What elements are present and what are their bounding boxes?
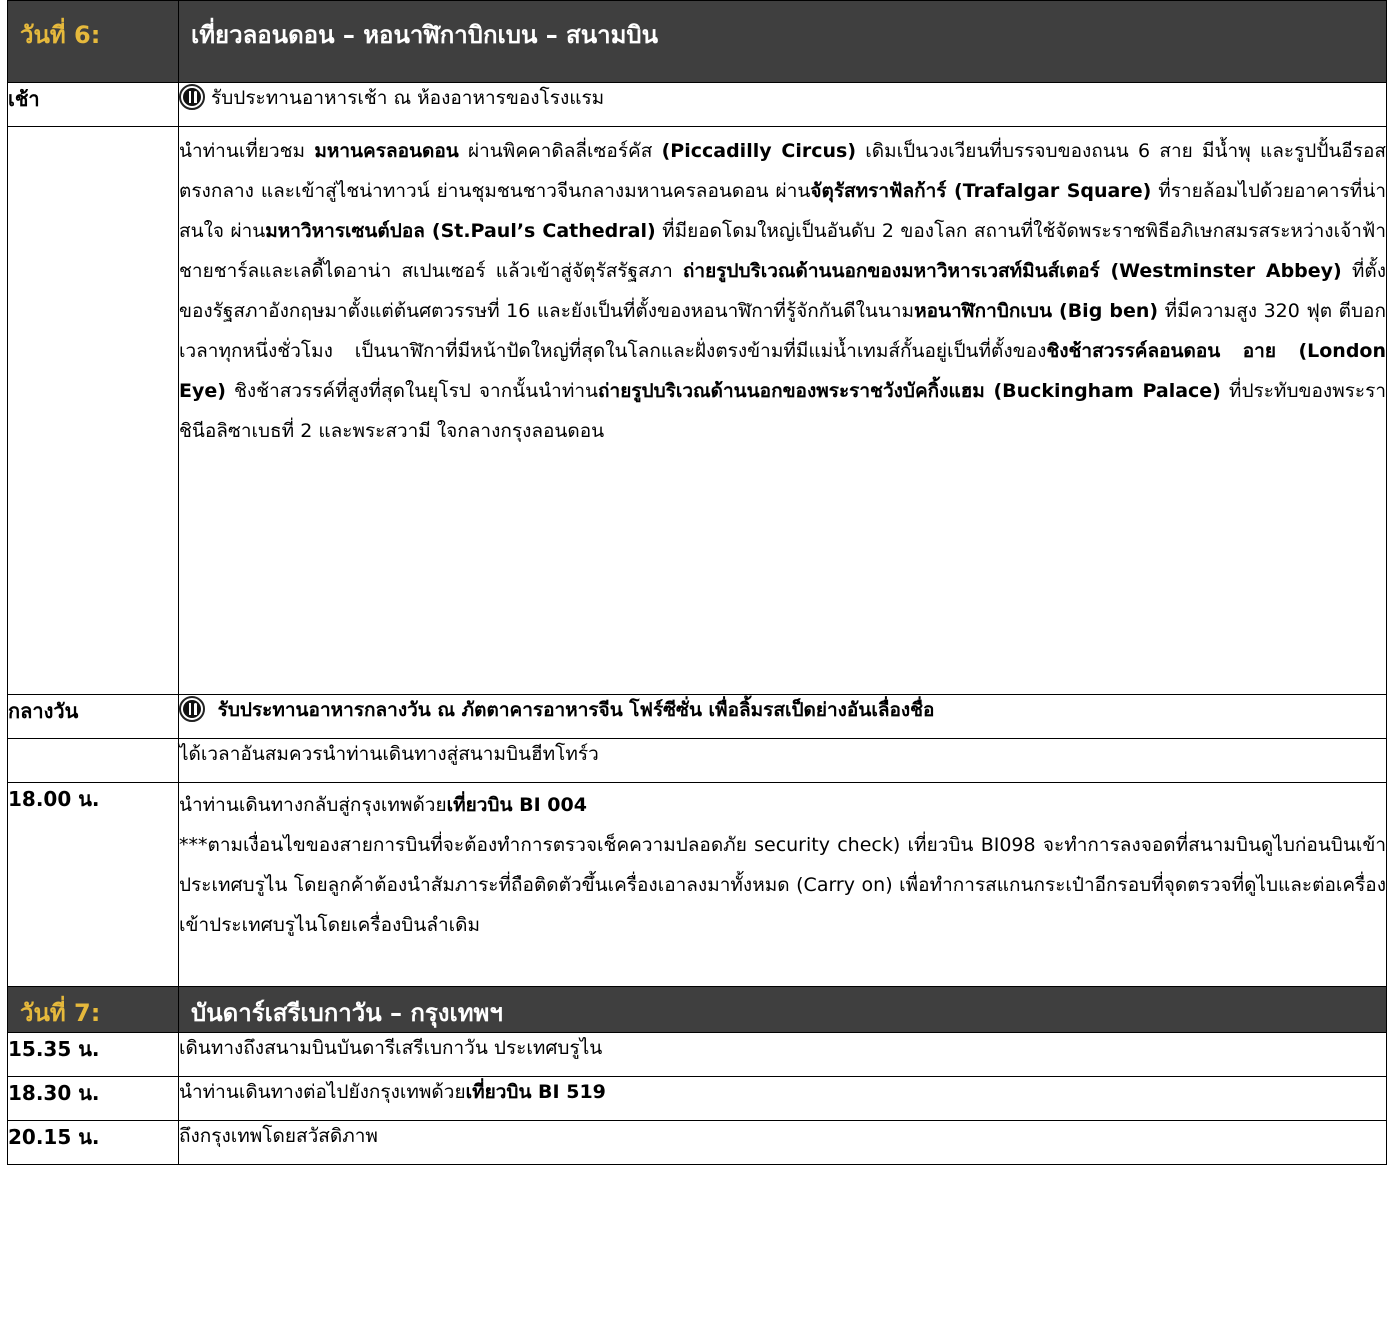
- breakfast-label: เช้า: [7, 82, 179, 127]
- lunch-text: รับประทานอาหารกลางวัน ณ ภัตตาคารอาหารจีน…: [217, 699, 935, 721]
- flight-time: 18.00 น.: [7, 782, 179, 987]
- day7-row-flight: 18.30 น. นำท่านเดินทางต่อไปยังกรุงเทพด้ว…: [7, 1076, 1387, 1121]
- day7-row-arrival: 15.35 น. เดินทางถึงสนามบินบันดารีเสรีเบก…: [7, 1032, 1387, 1077]
- day7-time: 20.15 น.: [7, 1120, 179, 1165]
- lunch-row: กลางวัน รับประทานอาหารกลางวัน ณ ภัตตาคาร…: [7, 694, 1387, 739]
- tour-empty-cell: [7, 126, 179, 695]
- day6-title: เที่ยวลอนดอน – หอนาฬิกาบิกเบน – สนามบิน: [178, 0, 1387, 83]
- airport-text: ได้เวลาอันสมควรนำท่านเดินทางสู่สนามบินฮี…: [178, 738, 1387, 783]
- airport-empty-cell: [7, 738, 179, 783]
- day7-text: ถึงกรุงเทพโดยสวัสดิภาพ: [178, 1120, 1387, 1165]
- breakfast-row: เช้า รับประทานอาหารเช้า ณ ห้องอาหารของโร…: [7, 82, 1387, 127]
- breakfast-cell: รับประทานอาหารเช้า ณ ห้องอาหารของโรงแรม: [178, 82, 1387, 127]
- day7-text: นำท่านเดินทางต่อไปยังกรุงเทพด้วยเที่ยวบิ…: [178, 1076, 1387, 1121]
- day7-header-row: วันที่ 7: บันดาร์เสรีเบกาวัน – กรุงเทพฯ: [7, 986, 1387, 1033]
- tour-description: นำท่านเที่ยวชม มหานครลอนดอน ผ่านพิคคาดิล…: [178, 126, 1387, 695]
- flight-row: 18.00 น. นำท่านเดินทางกลับสู่กรุงเทพด้วย…: [7, 782, 1387, 987]
- lunch-label: กลางวัน: [7, 694, 179, 739]
- flight-line: นำท่านเดินทางกลับสู่กรุงเทพด้วยเที่ยวบิน…: [179, 794, 587, 816]
- day7-label: วันที่ 7:: [7, 986, 179, 1033]
- day7-title: บันดาร์เสรีเบกาวัน – กรุงเทพฯ: [178, 986, 1387, 1033]
- day7-text: เดินทางถึงสนามบินบันดารีเสรีเบกาวัน ประเ…: [178, 1032, 1387, 1077]
- day6-header-row: วันที่ 6: เที่ยวลอนดอน – หอนาฬิกาบิกเบน …: [7, 0, 1387, 83]
- day7-time: 15.35 น.: [7, 1032, 179, 1077]
- fork-knife-icon: [179, 696, 205, 722]
- fork-knife-icon: [179, 84, 205, 110]
- day7-row-home: 20.15 น. ถึงกรุงเทพโดยสวัสดิภาพ: [7, 1120, 1387, 1165]
- flight-cell: นำท่านเดินทางกลับสู่กรุงเทพด้วยเที่ยวบิน…: [178, 782, 1387, 987]
- tour-row: นำท่านเที่ยวชม มหานครลอนดอน ผ่านพิคคาดิล…: [7, 126, 1387, 695]
- day6-label: วันที่ 6:: [7, 0, 179, 83]
- breakfast-text: รับประทานอาหารเช้า ณ ห้องอาหารของโรงแรม: [211, 87, 605, 109]
- lunch-cell: รับประทานอาหารกลางวัน ณ ภัตตาคารอาหารจีน…: [178, 694, 1387, 739]
- airport-row: ได้เวลาอันสมควรนำท่านเดินทางสู่สนามบินฮี…: [7, 738, 1387, 783]
- itinerary-table: วันที่ 6: เที่ยวลอนดอน – หอนาฬิกาบิกเบน …: [7, 0, 1387, 1165]
- day7-time: 18.30 น.: [7, 1076, 179, 1121]
- flight-note: ***ตามเงื่อนไขของสายการบินที่จะต้องทำการ…: [179, 834, 1386, 936]
